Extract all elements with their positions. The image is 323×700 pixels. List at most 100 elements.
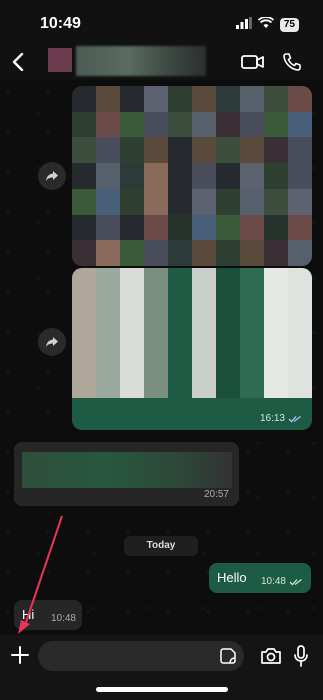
mosaic-tile (144, 188, 168, 215)
mosaic-tile (72, 214, 96, 241)
mosaic-tile (72, 137, 96, 164)
mosaic-tile (192, 163, 216, 189)
mosaic-tile (264, 111, 288, 138)
mosaic-tile (216, 376, 240, 398)
mosaic-tile (120, 332, 144, 355)
mosaic-tile (192, 240, 216, 266)
mosaic-tile (240, 240, 264, 266)
outgoing-message[interactable]: Hello 10:48 (209, 563, 311, 593)
video-call-button[interactable] (240, 50, 266, 74)
mosaic-tile (144, 214, 168, 241)
mosaic-tile (168, 111, 192, 138)
mosaic-tile (264, 332, 288, 355)
mosaic-tile (72, 86, 96, 112)
status-time: 10:49 (40, 15, 81, 32)
mosaic-tile (72, 332, 96, 355)
mosaic-tile (264, 311, 288, 333)
mosaic-tile (168, 240, 192, 266)
mosaic-tile (288, 332, 312, 355)
image-message[interactable]: 16:13 (72, 268, 312, 430)
mosaic-tile (144, 332, 168, 355)
microphone-button[interactable] (290, 643, 312, 669)
mosaic-tile (240, 376, 264, 398)
message-text: Hi (22, 607, 35, 622)
back-button[interactable] (6, 50, 30, 74)
mosaic-tile (288, 163, 312, 189)
mosaic-tile (144, 311, 168, 333)
mosaic-tile (264, 163, 288, 189)
mosaic-tile (192, 311, 216, 333)
plus-icon (11, 646, 29, 664)
mosaic-tile (264, 268, 288, 290)
mosaic-tile (192, 111, 216, 138)
mosaic-tile (288, 86, 312, 112)
incoming-message[interactable]: Hi 10:48 (14, 600, 82, 630)
mosaic-tile (240, 214, 264, 241)
mosaic-tile (120, 268, 144, 290)
message-input[interactable] (38, 641, 244, 671)
mosaic-tile (264, 354, 288, 377)
mosaic-tile (96, 311, 120, 333)
mosaic-tile (288, 111, 312, 138)
mosaic-tile (240, 86, 264, 112)
forward-icon (46, 337, 58, 347)
mosaic-tile (216, 268, 240, 290)
mosaic-tile (168, 289, 192, 312)
status-icons: 75 (235, 16, 299, 34)
mosaic-tile (288, 289, 312, 312)
forward-icon (46, 171, 58, 181)
mosaic-tile (192, 188, 216, 215)
mosaic-tile (120, 376, 144, 398)
mosaic-tile (288, 354, 312, 377)
mosaic-tile (96, 354, 120, 377)
mosaic-tile (72, 111, 96, 138)
mosaic-tile (216, 111, 240, 138)
status-bar: 10:49 75 (0, 0, 323, 44)
chevron-left-icon (12, 53, 24, 71)
mosaic-tile (192, 332, 216, 355)
mosaic-tile (96, 86, 120, 112)
mosaic-tile (192, 214, 216, 241)
contact-avatar[interactable] (48, 48, 72, 72)
mosaic-tile (96, 289, 120, 312)
image-message[interactable] (72, 86, 312, 266)
mosaic-tile (240, 137, 264, 164)
mosaic-tile (216, 289, 240, 312)
mosaic-tile (144, 137, 168, 164)
contact-name-redacted[interactable] (76, 46, 206, 76)
date-divider: Today (124, 536, 198, 556)
mosaic-tile (288, 137, 312, 164)
mosaic-tile (240, 163, 264, 189)
forward-button[interactable] (38, 162, 66, 190)
mosaic-tile (264, 240, 288, 266)
forward-button[interactable] (38, 328, 66, 356)
sticker-button[interactable] (218, 646, 238, 666)
mosaic-tile (240, 332, 264, 355)
attach-button[interactable] (8, 641, 32, 669)
mosaic-tile (72, 268, 96, 290)
mosaic-tile (120, 240, 144, 266)
mosaic-tile (168, 188, 192, 215)
mosaic-tile (168, 354, 192, 377)
mosaic-tile (120, 354, 144, 377)
mosaic-tile (168, 86, 192, 112)
mosaic-tile (72, 163, 96, 189)
incoming-message[interactable]: 20:57 (14, 442, 239, 506)
mosaic-tile (216, 240, 240, 266)
mosaic-tile (72, 289, 96, 312)
mosaic-tile (240, 289, 264, 312)
mosaic-tile (288, 376, 312, 398)
mosaic-tile (216, 214, 240, 241)
chat-header (0, 44, 323, 80)
mosaic-tile (96, 376, 120, 398)
mosaic-tile (192, 289, 216, 312)
sticker-icon (220, 648, 236, 664)
mosaic-tile (120, 289, 144, 312)
voice-call-button[interactable] (280, 50, 304, 74)
mosaic-tile (72, 188, 96, 215)
mosaic-tile (72, 354, 96, 377)
mosaic-tile (96, 332, 120, 355)
camera-button[interactable] (258, 643, 284, 669)
mosaic-tile (216, 332, 240, 355)
mosaic-tile (120, 111, 144, 138)
